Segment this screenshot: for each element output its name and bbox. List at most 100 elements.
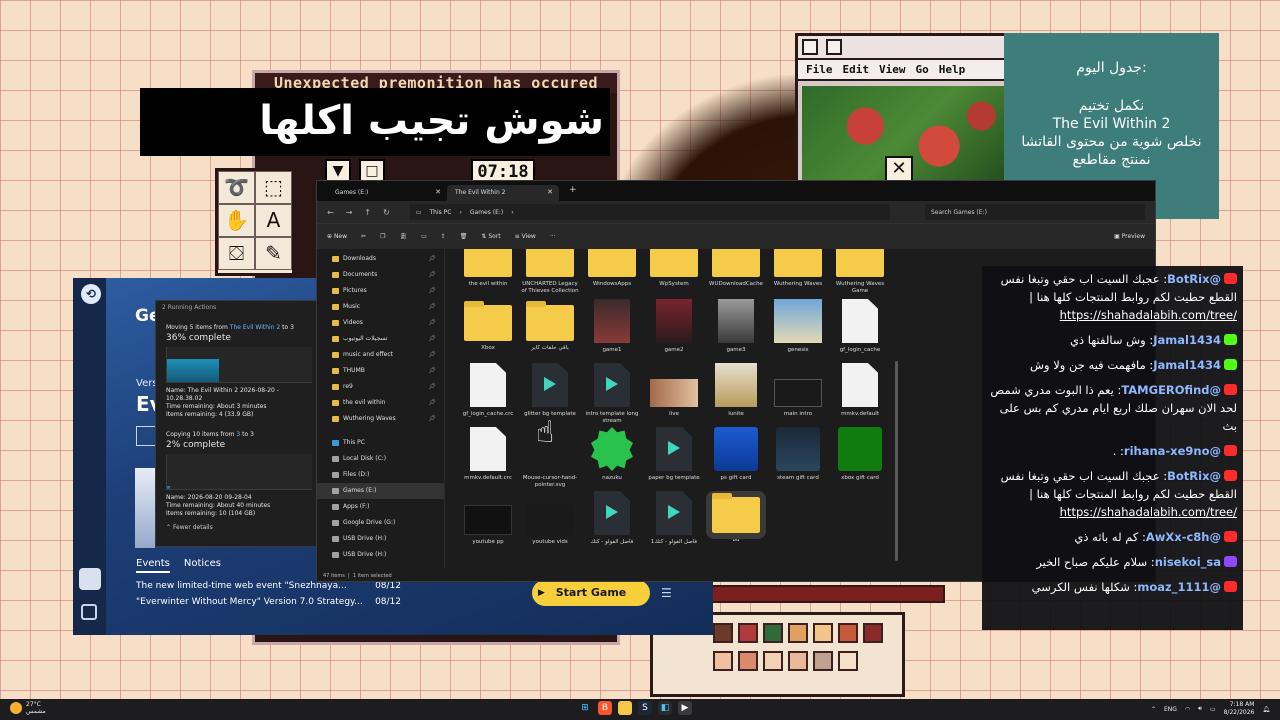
- file-explorer-icon[interactable]: [618, 701, 632, 715]
- job-source-link[interactable]: The Evil Within 2: [230, 324, 280, 331]
- new-button[interactable]: ⊕ New: [327, 233, 347, 240]
- nav-item[interactable]: Files (D:): [317, 467, 444, 483]
- tab-events[interactable]: Events: [136, 558, 170, 573]
- file-item[interactable]: game3: [705, 299, 767, 354]
- cut-icon[interactable]: ✂: [361, 233, 366, 240]
- sort-button[interactable]: ⇅ Sort: [481, 233, 500, 240]
- paste-icon[interactable]: 📋︎: [399, 233, 407, 240]
- file-item[interactable]: mmkv.default: [829, 363, 891, 418]
- windows-start-icon[interactable]: ⊞: [578, 701, 592, 715]
- weather-widget[interactable]: 27°C مشمس: [10, 701, 46, 715]
- back-arrow-icon[interactable]: ←: [327, 208, 334, 217]
- file-item[interactable]: UNCHARTED Legacy of Thieves Collection: [519, 249, 581, 295]
- file-item[interactable]: game1: [581, 299, 643, 354]
- nav-item[interactable]: تسجيلات اليوتيوب 📌︎: [317, 331, 444, 347]
- share-icon[interactable]: ⇪: [441, 233, 446, 240]
- tab-games[interactable]: Games (E:) ✕: [327, 185, 447, 201]
- file-item[interactable]: bd: [705, 491, 767, 544]
- file-item[interactable]: فاصل الفولو - كتك1: [643, 491, 705, 546]
- launcher-logo-icon[interactable]: ⟲: [81, 284, 101, 304]
- menu-icon[interactable]: ☰: [661, 586, 672, 600]
- file-item[interactable]: gf_login_cache: [829, 299, 891, 354]
- file-item[interactable]: steam gift card: [767, 427, 829, 482]
- chat-username[interactable]: @BotRix: [1167, 272, 1221, 286]
- nav-item[interactable]: Games (E:): [317, 483, 444, 499]
- start-game-button[interactable]: Start Game: [532, 580, 650, 606]
- more-icon[interactable]: ···: [550, 233, 556, 240]
- nav-item[interactable]: USB Drive (H:): [317, 531, 444, 547]
- file-item[interactable]: WindowsApps: [581, 249, 643, 288]
- nav-item[interactable]: THUMB 📌︎: [317, 363, 444, 379]
- news-item[interactable]: "Everwinter Without Mercy" Version 7.0 S…: [136, 597, 401, 607]
- language-indicator[interactable]: ENG: [1164, 706, 1177, 713]
- nav-item[interactable]: music and effect 📌︎: [317, 347, 444, 363]
- chat-username[interactable]: @BotRix: [1167, 469, 1221, 483]
- file-item[interactable]: live: [643, 363, 705, 418]
- file-item[interactable]: فاصل الفولو - كتك: [581, 491, 643, 546]
- search-input[interactable]: Search Games (E:): [925, 204, 1145, 220]
- nav-item[interactable]: Apps (F:): [317, 499, 444, 515]
- battery-icon[interactable]: ▭: [1210, 706, 1216, 713]
- breadcrumb[interactable]: This PC: [429, 209, 451, 216]
- avatar[interactable]: [79, 568, 101, 590]
- chat-username[interactable]: @rihana-xe9no: [1124, 444, 1221, 458]
- file-item[interactable]: mmkv.default.crc: [457, 427, 519, 482]
- vertical-scrollbar[interactable]: [895, 361, 898, 561]
- chat-username[interactable]: Jamal1434: [1153, 333, 1221, 347]
- nav-item[interactable]: This PC: [317, 435, 444, 451]
- nav-item[interactable]: Documents 📌︎: [317, 267, 444, 283]
- file-item[interactable]: WpSystem: [643, 249, 705, 288]
- file-item[interactable]: game2: [643, 299, 705, 354]
- nav-item[interactable]: re9 📌︎: [317, 379, 444, 395]
- forward-arrow-icon[interactable]: →: [346, 208, 353, 217]
- nav-item[interactable]: Downloads 📌︎: [317, 251, 444, 267]
- brave-browser-icon[interactable]: B: [598, 701, 612, 715]
- copy-icon[interactable]: ❐: [380, 233, 385, 240]
- up-arrow-icon[interactable]: ↑: [364, 208, 371, 217]
- nav-item[interactable]: Wuthering Waves 📌︎: [317, 411, 444, 427]
- file-item[interactable]: Wuthering Waves: [767, 249, 829, 288]
- clock[interactable]: 7:18 AM 8/22/2026: [1224, 701, 1255, 717]
- nav-item[interactable]: Pictures 📌︎: [317, 283, 444, 299]
- chevron-up-icon[interactable]: ⌃: [1151, 706, 1156, 713]
- file-item[interactable]: باقي حلقات كاير: [519, 299, 581, 352]
- nav-item[interactable]: Local Disk (C:): [317, 451, 444, 467]
- nav-item[interactable]: Music 📌︎: [317, 299, 444, 315]
- file-item[interactable]: gf_login_cache.crc: [457, 363, 519, 418]
- file-item[interactable]: xbox gift card: [829, 427, 891, 482]
- notification-bell-icon[interactable]: 🔔︎: [1262, 706, 1270, 713]
- nav-item[interactable]: the evil within 📌︎: [317, 395, 444, 411]
- file-item[interactable]: Mouse-cursor-hand-pointer.svg: [519, 427, 581, 489]
- file-item[interactable]: lunite: [705, 363, 767, 418]
- media-player-icon[interactable]: ▶: [678, 701, 692, 715]
- file-item[interactable]: intro template long stream: [581, 363, 643, 425]
- file-item[interactable]: WUDownloadCache: [705, 249, 767, 288]
- tab-notices[interactable]: Notices: [184, 558, 221, 573]
- refresh-icon[interactable]: ↻: [383, 208, 390, 217]
- file-item[interactable]: glitter bg template: [519, 363, 581, 418]
- file-item[interactable]: the evil within: [457, 249, 519, 288]
- grid-icon[interactable]: [81, 604, 97, 620]
- chat-username[interactable]: @TAMGEROfind: [1121, 383, 1221, 397]
- delete-icon[interactable]: 🗑︎: [460, 233, 468, 240]
- chat-link[interactable]: https://shahadalabih.com/tree/: [1060, 308, 1237, 322]
- chat-username[interactable]: @moaz_1111: [1137, 580, 1221, 594]
- rename-icon[interactable]: ▭: [421, 233, 427, 240]
- file-item[interactable]: main intro: [767, 363, 829, 418]
- file-item[interactable]: genesis: [767, 299, 829, 354]
- event-link-button[interactable]: [136, 426, 156, 446]
- volume-icon[interactable]: 🔊︎: [1198, 705, 1202, 713]
- chat-username[interactable]: @AwXx-c8h: [1146, 530, 1221, 544]
- preview-button[interactable]: ▣ Preview: [1114, 233, 1145, 240]
- file-item[interactable]: youtube vids: [519, 491, 581, 546]
- news-item[interactable]: The new limited-time web event "Snezhnay…: [136, 581, 401, 591]
- chat-username[interactable]: nisekoi_sa: [1155, 555, 1221, 569]
- wifi-icon[interactable]: ◠: [1185, 706, 1190, 713]
- view-button[interactable]: ≡ View: [515, 233, 536, 240]
- chat-link[interactable]: https://shahadalabih.com/tree/: [1060, 505, 1237, 519]
- close-icon[interactable]: ✕: [435, 188, 441, 196]
- nav-item[interactable]: Videos 📌︎: [317, 315, 444, 331]
- address-bar[interactable]: ▭ This PC › Games (E:) ›: [409, 204, 890, 220]
- file-item[interactable]: youtube pp: [457, 491, 519, 546]
- tab-evil-within[interactable]: The Evil Within 2 ✕: [447, 185, 559, 201]
